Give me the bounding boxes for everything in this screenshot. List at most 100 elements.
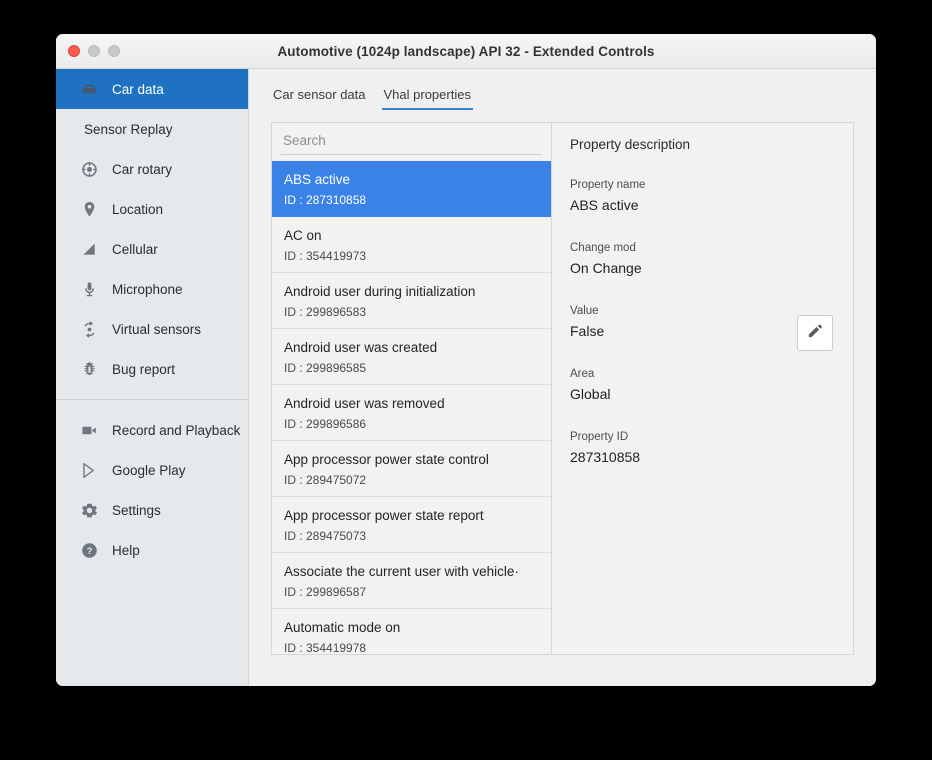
field-value: 287310858 [570, 448, 833, 467]
sidebar-item-label: Sensor Replay [84, 122, 173, 137]
property-list-panel: ABS active ID : 287310858 AC on ID : 354… [272, 123, 552, 654]
property-name: Android user was created [284, 339, 539, 357]
tab-bar: Car sensor data Vhal properties [271, 85, 854, 110]
title-bar: Automotive (1024p landscape) API 32 - Ex… [56, 34, 876, 69]
field-label: Change mod [570, 241, 833, 256]
extended-controls-window: Automotive (1024p landscape) API 32 - Ex… [56, 34, 876, 686]
field-change-mod: Change mod On Change [570, 241, 833, 278]
sidebar-item-cellular[interactable]: Cellular [56, 229, 248, 269]
google-play-icon [78, 459, 100, 481]
sidebar-item-label: Record and Playback [112, 423, 240, 438]
property-id: ID : 289475073 [284, 528, 539, 544]
property-name: Automatic mode on [284, 619, 539, 637]
property-id: ID : 299896586 [284, 416, 539, 432]
sidebar-item-help[interactable]: ? Help [56, 530, 248, 570]
property-id: ID : 354419978 [284, 640, 539, 654]
virtual-sensors-icon [78, 318, 100, 340]
sidebar-item-bug-report[interactable]: Bug report [56, 349, 248, 389]
sidebar-item-label: Location [112, 202, 163, 217]
sidebar-item-label: Bug report [112, 362, 175, 377]
list-item[interactable]: Android user was created ID : 299896585 [272, 329, 551, 385]
field-label: Value [570, 304, 833, 319]
field-value: False [570, 322, 833, 341]
location-pin-icon [78, 198, 100, 220]
list-item[interactable]: Android user was removed ID : 299896586 [272, 385, 551, 441]
sidebar-item-car-data[interactable]: Car data [56, 69, 248, 109]
property-name: Android user was removed [284, 395, 539, 413]
sidebar-item-settings[interactable]: Settings [56, 490, 248, 530]
panels-container: ABS active ID : 287310858 AC on ID : 354… [271, 122, 854, 655]
sidebar-item-label: Microphone [112, 282, 183, 297]
list-item[interactable]: App processor power state report ID : 28… [272, 497, 551, 553]
list-item[interactable]: Associate the current user with vehicle·… [272, 553, 551, 609]
list-item[interactable]: App processor power state control ID : 2… [272, 441, 551, 497]
property-list[interactable]: ABS active ID : 287310858 AC on ID : 354… [272, 161, 551, 654]
window-title: Automotive (1024p landscape) API 32 - Ex… [56, 44, 876, 59]
gear-icon [78, 499, 100, 521]
window-body: Car data Sensor Replay Car rotary [56, 69, 876, 686]
minimize-button[interactable] [88, 45, 100, 57]
sidebar-item-google-play[interactable]: Google Play [56, 450, 248, 490]
sidebar-item-label: Car data [112, 82, 164, 97]
list-item[interactable]: Android user during initialization ID : … [272, 273, 551, 329]
field-value: On Change [570, 259, 833, 278]
sidebar-item-record-and-playback[interactable]: Record and Playback [56, 410, 248, 450]
close-button[interactable] [68, 45, 80, 57]
property-name: App processor power state control [284, 451, 539, 469]
property-id: ID : 299896587 [284, 584, 539, 600]
property-id: ID : 354419973 [284, 248, 539, 264]
field-value: Global [570, 385, 833, 404]
list-item[interactable]: AC on ID : 354419973 [272, 217, 551, 273]
property-name: ABS active [284, 171, 539, 189]
list-item[interactable]: ABS active ID : 287310858 [272, 161, 551, 217]
field-area: Area Global [570, 367, 833, 404]
window-controls [56, 45, 120, 57]
search-input[interactable] [281, 130, 542, 155]
tab-car-sensor-data[interactable]: Car sensor data [271, 85, 368, 110]
maximize-button[interactable] [108, 45, 120, 57]
property-name: Android user during initialization [284, 283, 539, 301]
property-detail-panel: Property description Property name ABS a… [552, 123, 853, 654]
sidebar-item-car-rotary[interactable]: Car rotary [56, 149, 248, 189]
field-value: Value False [570, 304, 833, 341]
property-id: ID : 299896583 [284, 304, 539, 320]
sidebar-item-label: Car rotary [112, 162, 172, 177]
sidebar-item-label: Cellular [112, 242, 158, 257]
list-item[interactable]: Automatic mode on ID : 354419978 [272, 609, 551, 654]
bug-icon [78, 358, 100, 380]
property-name: AC on [284, 227, 539, 245]
field-label: Area [570, 367, 833, 382]
microphone-icon [78, 278, 100, 300]
field-property-id: Property ID 287310858 [570, 430, 833, 467]
cellular-signal-icon [78, 238, 100, 260]
search-container [272, 123, 551, 155]
pencil-icon [806, 321, 825, 345]
field-label: Property ID [570, 430, 833, 445]
sidebar-item-label: Settings [112, 503, 161, 518]
sidebar-item-virtual-sensors[interactable]: Virtual sensors [56, 309, 248, 349]
car-icon [78, 78, 100, 100]
field-property-name: Property name ABS active [570, 178, 833, 215]
property-id: ID : 299896585 [284, 360, 539, 376]
detail-heading: Property description [570, 137, 833, 152]
tab-vhal-properties[interactable]: Vhal properties [382, 85, 473, 110]
sidebar-item-label: Help [112, 543, 140, 558]
svg-text:?: ? [86, 546, 92, 557]
rotary-icon [78, 158, 100, 180]
property-name: Associate the current user with vehicle· [284, 563, 539, 581]
sidebar-divider [56, 399, 248, 400]
sidebar-item-label: Virtual sensors [112, 322, 201, 337]
help-circle-icon: ? [78, 539, 100, 561]
property-id: ID : 287310858 [284, 192, 539, 208]
field-value: ABS active [570, 196, 833, 215]
property-id: ID : 289475072 [284, 472, 539, 488]
property-name: App processor power state report [284, 507, 539, 525]
sidebar-item-label: Google Play [112, 463, 186, 478]
field-label: Property name [570, 178, 833, 193]
sidebar-item-location[interactable]: Location [56, 189, 248, 229]
video-camera-icon [78, 419, 100, 441]
sidebar: Car data Sensor Replay Car rotary [56, 69, 249, 686]
edit-value-button[interactable] [797, 315, 833, 351]
sidebar-item-microphone[interactable]: Microphone [56, 269, 248, 309]
sidebar-item-sensor-replay[interactable]: Sensor Replay [56, 109, 248, 149]
